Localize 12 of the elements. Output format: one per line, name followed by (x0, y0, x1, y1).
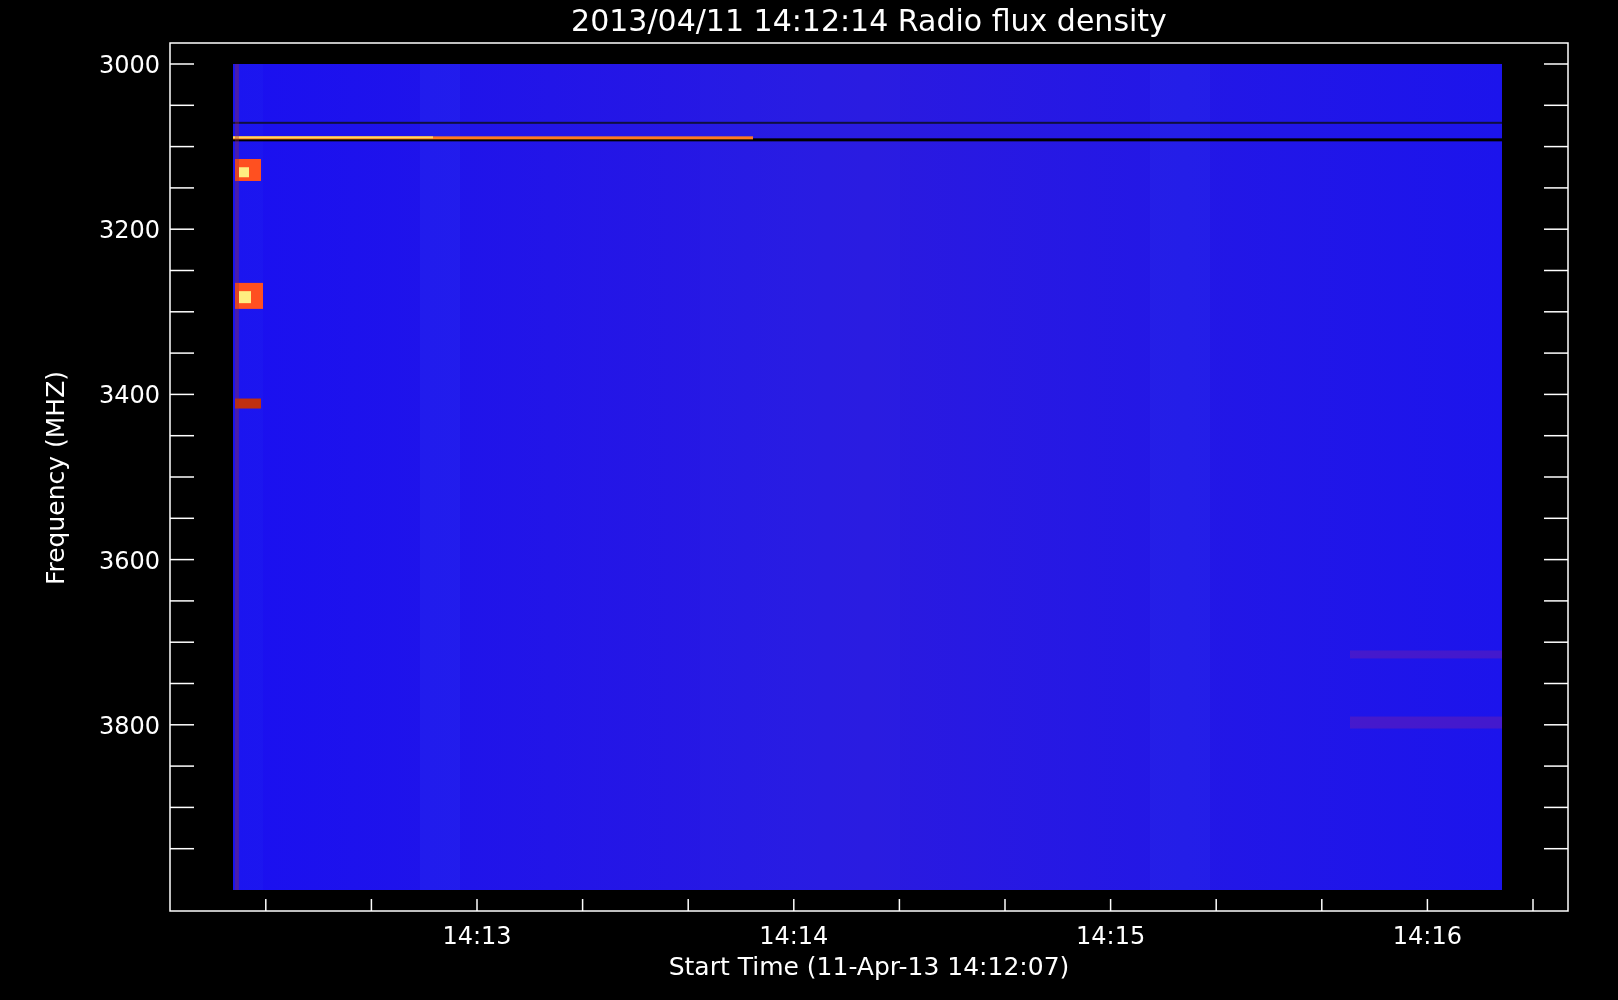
plot-title: 2013/04/11 14:12:14 Radio flux density (571, 3, 1167, 38)
y-tick-label: 3400 (98, 381, 160, 410)
x-tick-label: 14:16 (1392, 922, 1462, 950)
y-tick-label: 3800 (98, 711, 160, 740)
y-tick-label: 3200 (98, 216, 160, 245)
y-tick-label: 3600 (98, 546, 160, 575)
x-axis-label: Start Time (11-Apr-13 14:12:07) (668, 952, 1070, 981)
x-tick-label: 14:15 (1076, 922, 1146, 950)
x-tick-label: 14:14 (759, 922, 829, 950)
y-axis-label: Frequency (MHZ) (41, 370, 70, 586)
y-tick-label: 3000 (98, 51, 160, 79)
x-tick-label: 14:13 (442, 922, 512, 950)
